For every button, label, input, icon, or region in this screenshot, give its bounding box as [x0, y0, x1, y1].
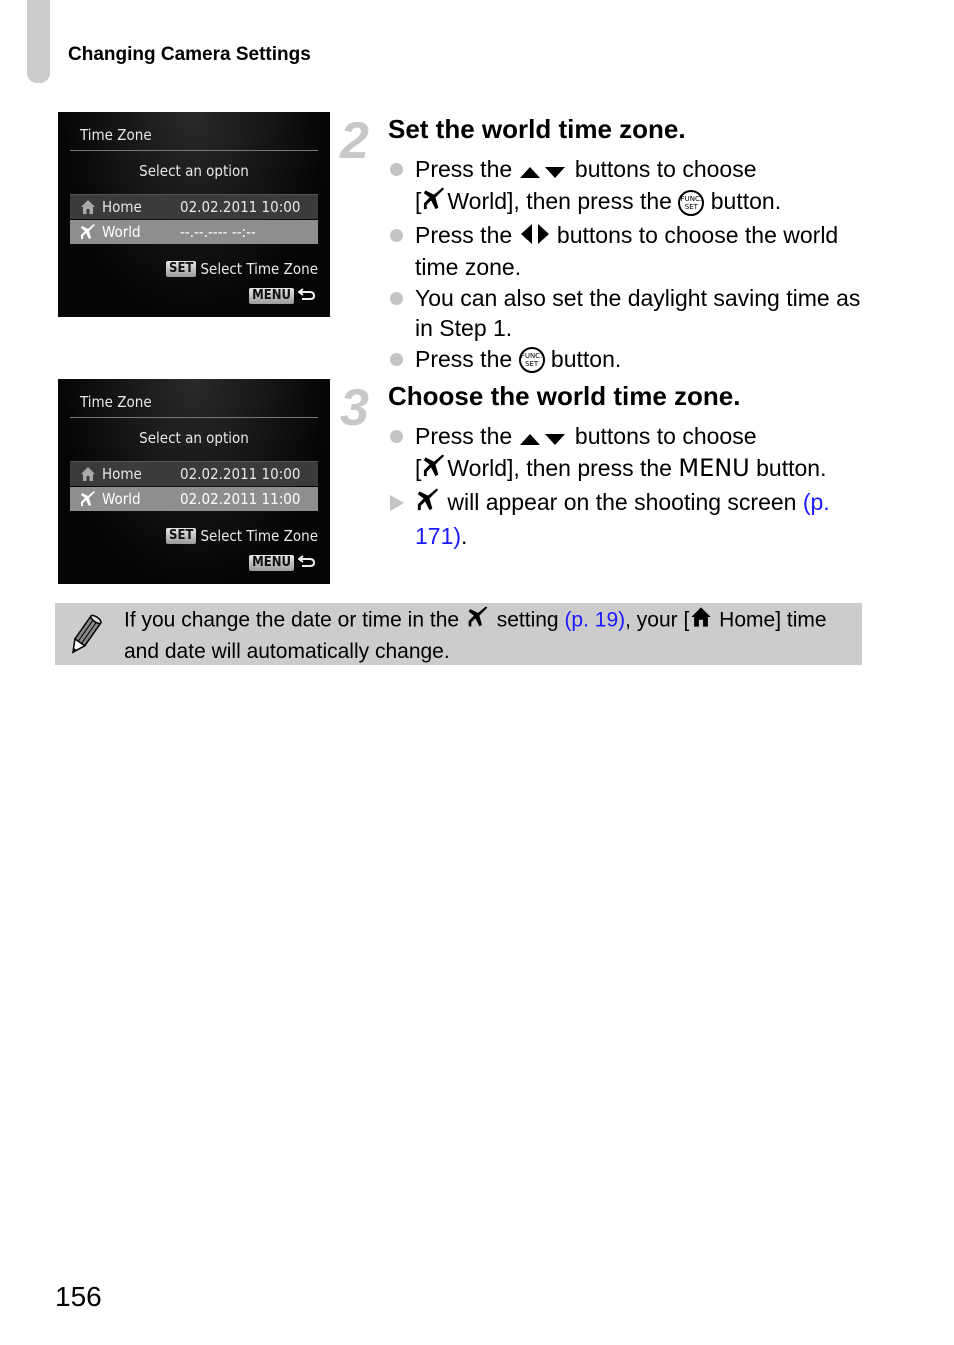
screen-subtitle: Select an option	[139, 162, 249, 180]
airplane-icon	[415, 487, 441, 521]
bullet-dot	[390, 228, 403, 242]
menu-back-hint: MENU	[249, 553, 316, 572]
up-down-arrows-icon	[519, 423, 569, 454]
note-box: If you change the date or time in the se…	[55, 603, 862, 665]
func-set-button-icon: FUNC. SET	[678, 190, 705, 217]
airplane-icon	[78, 490, 98, 508]
bullet-dot	[390, 291, 403, 305]
page-link[interactable]: (p. 19)	[564, 609, 625, 632]
option-home: Home 02.02.2011 10:00	[70, 461, 318, 486]
set-hint: SET Select Time Zone	[166, 260, 318, 278]
option-home: Home 02.02.2011 10:00	[70, 194, 318, 219]
screen-subtitle: Select an option	[139, 429, 249, 447]
bullet-item: Press the buttons to choose the world ti…	[388, 220, 868, 283]
result-arrow	[390, 494, 404, 511]
chapter-tab	[27, 0, 50, 83]
result-item: will appear on the shooting screen (p. 1…	[388, 487, 868, 551]
step-heading: Choose the world time zone.	[388, 381, 741, 411]
bullet-item: Press the buttons to choose [World], the…	[388, 154, 868, 220]
menu-key: MENU	[249, 554, 294, 571]
screen-title: Time Zone	[80, 126, 152, 144]
set-hint: SET Select Time Zone	[166, 527, 318, 545]
step-number: 2	[340, 112, 369, 170]
option-world: World 02.02.2011 11:00	[70, 487, 318, 511]
page-number: 156	[55, 1281, 102, 1312]
section-header: Changing Camera Settings	[68, 44, 311, 65]
bullet-dot	[390, 163, 403, 176]
step-heading: Set the world time zone.	[388, 114, 686, 144]
step-2-instructions: Press the buttons to choose [World], the…	[388, 154, 868, 374]
bullet-item: Press the buttons to choose [World], the…	[388, 421, 868, 487]
menu-key: MENU	[249, 287, 294, 304]
home-icon	[78, 199, 98, 215]
airplane-icon	[421, 453, 447, 487]
home-icon	[78, 466, 98, 482]
step-3-instructions: Press the buttons to choose [World], the…	[388, 421, 868, 551]
left-right-arrows-icon	[519, 222, 551, 253]
camera-screen-step3: Time Zone Select an option Home 02.02.20…	[58, 379, 330, 584]
airplane-icon	[421, 186, 447, 220]
divider	[70, 150, 318, 151]
set-key: SET	[166, 528, 197, 544]
menu-back-hint: MENU	[249, 286, 316, 305]
func-set-button-icon: FUNC. SET	[518, 347, 545, 374]
bullet-item: Press the FUNC. SET button.	[388, 344, 868, 375]
up-down-arrows-icon	[519, 156, 569, 187]
return-icon	[297, 553, 316, 572]
divider	[70, 417, 318, 418]
set-key: SET	[166, 261, 197, 277]
note-text: If you change the date or time in the se…	[124, 605, 854, 666]
bullet-item: You can also set the daylight saving tim…	[388, 283, 868, 344]
bullet-dot	[390, 352, 403, 366]
pencil-icon	[67, 612, 103, 663]
bullet-dot	[390, 430, 403, 443]
return-icon	[297, 286, 316, 305]
menu-button-label: MENU	[678, 454, 750, 483]
airplane-icon	[465, 605, 491, 637]
screen-title: Time Zone	[80, 393, 152, 411]
step-number: 3	[340, 379, 369, 437]
camera-screen-step2: Time Zone Select an option Home 02.02.20…	[58, 112, 330, 317]
airplane-icon	[78, 223, 98, 241]
home-icon	[689, 606, 713, 636]
option-world: World --.--.---- --:--	[70, 220, 318, 244]
